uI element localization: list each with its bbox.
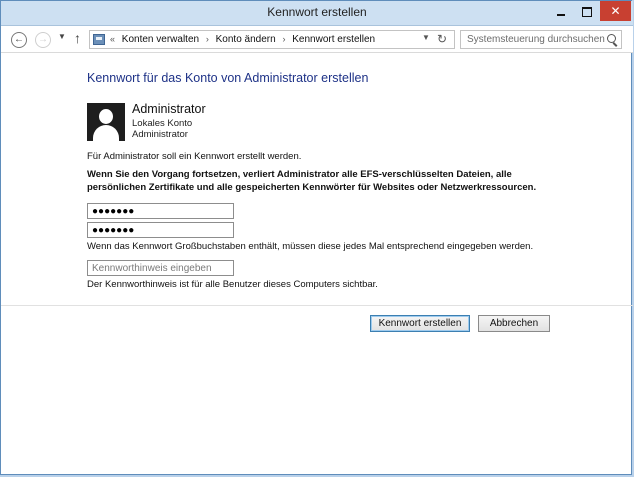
breadcrumb: « Konten verwalten › Konto ändern › Kenn… (110, 34, 379, 45)
control-panel-icon (93, 34, 105, 45)
navigation-bar: ← → ▼ ↑ « Konten verwalten › Konto änder… (1, 26, 633, 53)
cancel-button[interactable]: Abbrechen (478, 315, 550, 332)
new-password-field[interactable] (87, 203, 234, 219)
user-avatar-icon (87, 103, 125, 141)
search-input[interactable]: Systemsteuerung durchsuchen (460, 30, 622, 49)
up-arrow-icon[interactable]: ↑ (74, 30, 81, 46)
password-hint-field[interactable] (87, 260, 234, 276)
breadcrumb-separator-icon[interactable]: › (206, 34, 209, 44)
maximize-icon (582, 6, 592, 17)
divider (1, 305, 633, 306)
confirm-password-field[interactable] (87, 222, 234, 238)
minimize-button[interactable] (548, 1, 574, 21)
window-title: Kennwort erstellen (267, 5, 367, 19)
close-icon: ✕ (610, 4, 621, 18)
breadcrumb-konten-verwalten[interactable]: Konten verwalten (122, 34, 199, 45)
case-sensitivity-note: Wenn das Kennwort Großbuchstaben enthält… (87, 241, 534, 252)
window: Kennwort erstellen ✕ ← → ▼ ↑ « Konten ve… (0, 0, 633, 475)
page-title: Kennwort für das Konto von Administrator… (87, 71, 369, 85)
warning-text: Wenn Sie den Vorgang fortsetzen, verlier… (87, 169, 537, 193)
address-bar[interactable]: « Konten verwalten › Konto ändern › Kenn… (89, 30, 455, 49)
maximize-button[interactable] (574, 1, 600, 21)
close-button[interactable]: ✕ (600, 1, 631, 21)
breadcrumb-kennwort-erstellen[interactable]: Kennwort erstellen (292, 34, 375, 45)
forward-arrow-icon[interactable]: → (35, 32, 51, 48)
user-name: Administrator (132, 102, 206, 116)
hint-visibility-note: Der Kennworthinweis ist für alle Benutze… (87, 279, 378, 290)
user-role: Administrator (132, 129, 188, 140)
back-arrow-icon[interactable]: ← (11, 32, 27, 48)
title-bar[interactable]: Kennwort erstellen ✕ (1, 1, 633, 26)
refresh-icon[interactable]: ↻ (437, 32, 447, 46)
search-icon[interactable] (607, 34, 616, 43)
breadcrumb-konto-aendern[interactable]: Konto ändern (216, 34, 276, 45)
minimize-icon (557, 13, 565, 16)
breadcrumb-overflow[interactable]: « (110, 34, 115, 44)
breadcrumb-separator-icon[interactable]: › (282, 34, 285, 44)
history-dropdown-icon[interactable]: ▼ (58, 32, 66, 41)
search-placeholder: Systemsteuerung durchsuchen (467, 34, 605, 45)
address-dropdown-icon[interactable]: ▼ (422, 33, 430, 42)
avatar-head (99, 109, 113, 124)
avatar-torso (93, 125, 119, 141)
create-password-button[interactable]: Kennwort erstellen (370, 315, 470, 332)
user-account-type: Lokales Konto (132, 118, 193, 129)
info-text: Für Administrator soll ein Kennwort erst… (87, 151, 302, 162)
